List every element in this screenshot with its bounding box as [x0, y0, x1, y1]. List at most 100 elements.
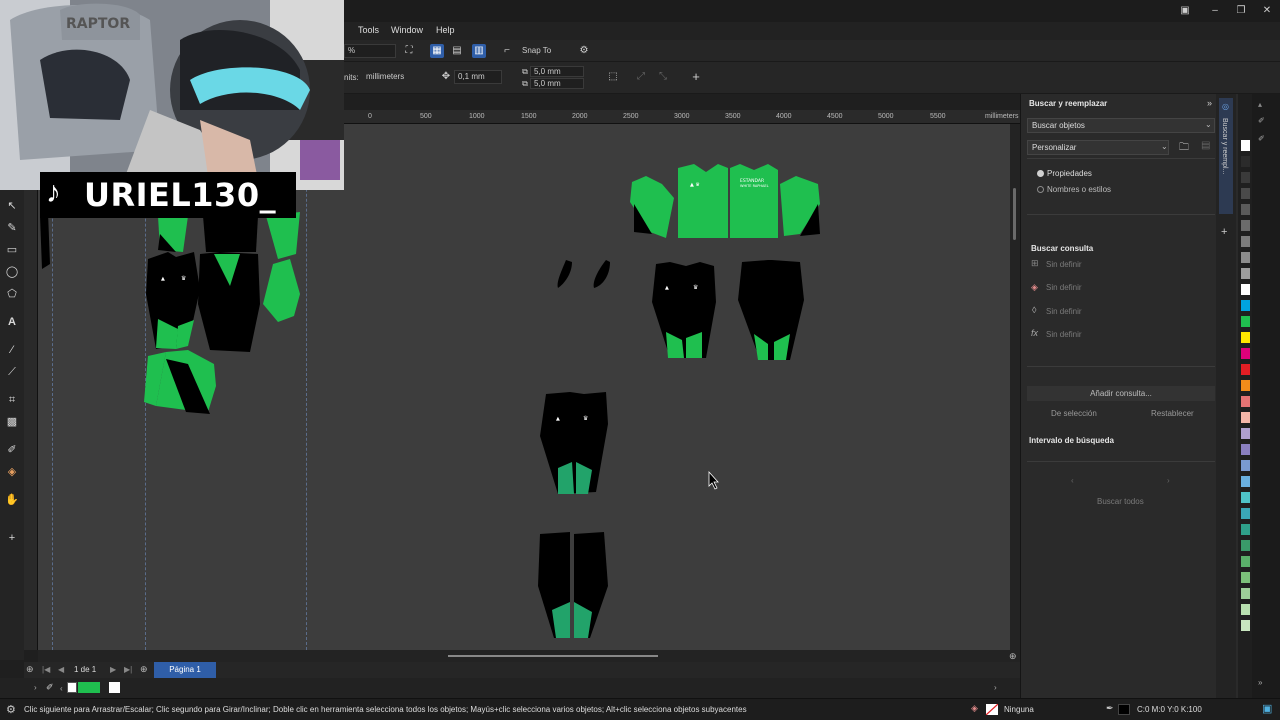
query-row[interactable]: Sin definir: [1046, 260, 1082, 269]
palette-swatch[interactable]: [1241, 172, 1250, 183]
palette-swatch[interactable]: [1241, 380, 1250, 391]
last-page-icon[interactable]: ▶|: [124, 665, 132, 674]
palette-swatch[interactable]: [1241, 220, 1250, 231]
notification-icon[interactable]: ▣: [1262, 702, 1272, 715]
palette-swatch[interactable]: [1241, 508, 1250, 519]
treat-as-filled-icon[interactable]: ⬚: [606, 70, 620, 84]
freehand-tool-icon[interactable]: ✎: [4, 220, 20, 236]
previous-page-icon[interactable]: ◀: [58, 665, 64, 674]
palette-expand-icon[interactable]: »: [1258, 678, 1262, 687]
menu-tools[interactable]: Tools: [358, 25, 379, 35]
pants-middle[interactable]: ▲ ♛: [540, 392, 608, 494]
pan-tool-icon[interactable]: ✋: [4, 492, 20, 508]
snap-icon[interactable]: ⌐: [500, 44, 514, 58]
crop-tool-icon[interactable]: ⌗: [4, 392, 20, 408]
palette-swatch[interactable]: [1241, 364, 1250, 375]
ellipse-tool-icon[interactable]: ◯: [4, 264, 20, 280]
palette-swatch[interactable]: [1241, 252, 1250, 263]
text-tool-icon[interactable]: A: [4, 314, 20, 330]
jacket-body[interactable]: ESTANDAR WHITE RAPHAEL ▲ ♛: [630, 164, 820, 238]
reset-button[interactable]: Restablecer: [1151, 409, 1194, 418]
duplicate-distance-x-input[interactable]: 5,0 mm: [530, 66, 584, 77]
add-docker-icon[interactable]: +: [1221, 226, 1227, 238]
previous-result-icon[interactable]: ‹: [1071, 476, 1074, 485]
show-guidelines-icon[interactable]: ▥: [472, 44, 486, 58]
palette-up-icon[interactable]: ▴: [1258, 100, 1262, 109]
radio-properties[interactable]: [1037, 170, 1044, 177]
palette-swatch[interactable]: [1241, 556, 1250, 567]
palette-swatch[interactable]: [1241, 300, 1250, 311]
line-tool-icon[interactable]: ⁄: [4, 342, 20, 358]
connector-tool-icon[interactable]: ⟋: [4, 364, 20, 380]
horizontal-scroll-thumb[interactable]: [448, 655, 658, 657]
rectangle-tool-icon[interactable]: ▭: [4, 242, 20, 258]
palette-swatch[interactable]: [1241, 604, 1250, 615]
menu-help[interactable]: Help: [436, 25, 455, 35]
add-tool-icon[interactable]: +: [4, 530, 20, 546]
palette-swatch[interactable]: [1241, 204, 1250, 215]
palette-scroll-icon[interactable]: ›: [994, 683, 997, 692]
palette-swatch[interactable]: [1241, 316, 1250, 327]
preset-select[interactable]: Personalizar: [1027, 140, 1169, 155]
palette-swatch[interactable]: [1241, 268, 1250, 279]
expand-docker-icon[interactable]: »: [1207, 98, 1212, 108]
green-swatch[interactable]: [78, 682, 100, 693]
palette-swatch[interactable]: [1241, 428, 1250, 439]
transform-objects-icon[interactable]: ⤢: [634, 70, 648, 84]
first-page-icon[interactable]: |◀: [42, 665, 50, 674]
pocket-shapes[interactable]: [557, 260, 610, 288]
zoom-navigator-icon[interactable]: ⊕: [1009, 651, 1017, 662]
page-options-icon[interactable]: ⊕: [26, 664, 34, 675]
zoom-level-select[interactable]: %: [344, 44, 396, 58]
from-selection-button[interactable]: De selección: [1051, 409, 1097, 418]
palette-swatch[interactable]: [1241, 492, 1250, 503]
pants-upper[interactable]: ▲ ♛: [652, 260, 804, 360]
palette-eyedropper-icon[interactable]: ✐: [1258, 116, 1265, 125]
radio-names-styles[interactable]: [1037, 186, 1044, 193]
palette-left-icon[interactable]: ‹: [60, 684, 63, 693]
next-result-icon[interactable]: ›: [1167, 476, 1170, 485]
palette-swatch[interactable]: [1241, 524, 1250, 535]
add-query-button[interactable]: Añadir consulta...: [1027, 386, 1215, 401]
options-gear-icon[interactable]: ⚙: [577, 44, 591, 58]
palette-swatch[interactable]: [1241, 284, 1250, 295]
restore-layout-icon[interactable]: ▣: [1178, 5, 1192, 17]
find-all-button[interactable]: Buscar todos: [1097, 497, 1144, 506]
duplicate-distance-y-input[interactable]: 5,0 mm: [530, 78, 584, 89]
palette-swatch[interactable]: [1241, 588, 1250, 599]
palette-swatch[interactable]: [1241, 572, 1250, 583]
open-folder-icon[interactable]: 🗀: [1179, 140, 1189, 157]
add-icon[interactable]: +: [689, 70, 703, 84]
palette-swatch[interactable]: [1241, 444, 1250, 455]
query-row[interactable]: Sin definir: [1046, 330, 1082, 339]
page-tab[interactable]: Página 1: [154, 662, 216, 678]
palette-swatch[interactable]: [1241, 476, 1250, 487]
palette-swatch[interactable]: [1241, 348, 1250, 359]
save-preset-icon[interactable]: ▤: [1201, 140, 1210, 151]
pick-tool-icon[interactable]: ↖: [4, 198, 20, 214]
eyedropper-icon[interactable]: ✐: [46, 682, 54, 693]
palette-swatch[interactable]: [1241, 332, 1250, 343]
transparency-tool-icon[interactable]: ▩: [4, 414, 20, 430]
palette-swatch[interactable]: [1241, 396, 1250, 407]
palette-swatch[interactable]: [1241, 188, 1250, 199]
palette-swatch[interactable]: [1241, 140, 1250, 151]
transform-page-icon[interactable]: ⤡: [656, 70, 670, 84]
no-color-swatch[interactable]: [67, 682, 77, 693]
palette-swatch[interactable]: [1241, 156, 1250, 167]
show-grid-icon[interactable]: ▤: [450, 44, 464, 58]
white-swatch[interactable]: [109, 682, 120, 693]
search-mode-select[interactable]: Buscar objetos: [1027, 118, 1215, 133]
outline-color-swatch[interactable]: [1118, 704, 1130, 715]
query-row[interactable]: Sin definir: [1046, 283, 1082, 292]
close-window-button[interactable]: ✕: [1260, 5, 1274, 17]
palette-menu-icon[interactable]: ›: [34, 683, 37, 692]
status-settings-icon[interactable]: ⚙: [6, 703, 16, 716]
polygon-tool-icon[interactable]: ⬠: [4, 286, 20, 302]
vertical-ruler[interactable]: [24, 124, 38, 650]
palette-swatch[interactable]: [1241, 460, 1250, 471]
minimize-button[interactable]: –: [1208, 5, 1222, 17]
menu-window[interactable]: Window: [391, 25, 423, 35]
full-screen-icon[interactable]: ⛶: [402, 44, 416, 58]
palette-swatch[interactable]: [1241, 620, 1250, 631]
